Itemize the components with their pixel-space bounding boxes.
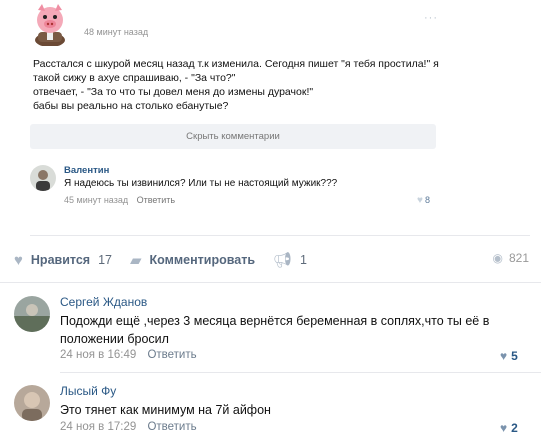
comment-text-line: Это тянет как минимум на 7й айфон [60, 403, 271, 417]
post-text-line: Расстался с шкурой месяц назад т.к измен… [33, 58, 439, 70]
comment-text: Это тянет как минимум на 7й айфон [60, 401, 271, 419]
post-actions: ♥ Нравится 17 ▰ Комментировать 📢︎ 1 [14, 249, 325, 271]
post-time[interactable]: 48 минут назад [84, 27, 148, 37]
divider [30, 235, 530, 236]
views-counter: ◉ 821 [492, 251, 529, 265]
share-button[interactable]: 📢︎ 1 [273, 251, 307, 269]
comment-label: Комментировать [149, 253, 255, 267]
more-options-icon[interactable]: ··· [424, 12, 438, 24]
megaphone-icon: 📢︎ [273, 252, 293, 269]
heart-icon: ♥ [500, 421, 508, 435]
comment-time[interactable]: 24 ноя в 16:49 [60, 349, 136, 361]
comment-like-button[interactable]: ♥ 8 [417, 195, 430, 206]
divider [0, 282, 541, 283]
eye-icon: ◉ [492, 251, 503, 265]
comment-icon: ▰ [130, 252, 142, 269]
views-count: 821 [508, 251, 529, 265]
like-count: 2 [511, 421, 518, 435]
comment-author[interactable]: Сергей Жданов [60, 295, 147, 309]
comment-time[interactable]: 24 ноя в 17:29 [60, 421, 136, 433]
comment-meta: 24 ноя в 17:29 Ответить [60, 421, 197, 433]
reply-button[interactable]: Ответить [137, 195, 175, 205]
avatar[interactable] [14, 296, 50, 332]
comment-text: Я надеюсь ты извинился? Или ты не настоя… [64, 178, 338, 189]
comment-text-line: положении бросил [60, 332, 169, 346]
like-count: 17 [98, 253, 112, 267]
comment-text: Подожди ещё ,через 3 месяца вернётся бер… [60, 312, 530, 348]
share-count: 1 [300, 253, 307, 267]
avatar[interactable] [30, 165, 56, 191]
comment-meta: 24 ноя в 16:49 Ответить [60, 349, 197, 361]
post-text-line: бабы вы реально на столько ебанутые? [33, 100, 229, 112]
divider [60, 372, 541, 373]
like-label: Нравится [30, 253, 91, 267]
avatar[interactable] [14, 385, 50, 421]
hide-comments-button[interactable]: Скрыть комментарии [30, 124, 436, 149]
like-count: 8 [424, 195, 430, 205]
pig-avatar[interactable] [28, 2, 72, 47]
comment-time[interactable]: 45 минут назад [64, 195, 128, 205]
reply-button[interactable]: Ответить [147, 349, 196, 361]
post-text: Расстался с шкурой месяц назад т.к измен… [33, 57, 443, 113]
reply-button[interactable]: Ответить [147, 421, 196, 433]
comment-like-button[interactable]: ♥ 2 [500, 421, 518, 435]
post-text-line: такой сижу в ахуе спрашиваю, - "За что?" [33, 72, 236, 84]
post-text-line: отвечает, - "За то что ты довел меня до … [33, 86, 314, 98]
comment-button[interactable]: ▰ Комментировать [130, 251, 255, 269]
heart-icon: ♥ [500, 349, 508, 363]
like-button[interactable]: ♥ Нравится 17 [14, 252, 112, 269]
comment-like-button[interactable]: ♥ 5 [500, 349, 518, 363]
heart-icon: ♥ [14, 251, 23, 269]
comment-author[interactable]: Лысый Фу [60, 384, 116, 398]
comment-author[interactable]: Валентин [64, 165, 109, 176]
comment-meta: 45 минут назад Ответить [64, 195, 175, 205]
like-count: 5 [511, 349, 518, 363]
heart-icon: ♥ [417, 195, 423, 206]
comment-text-line: Подожди ещё ,через 3 месяца вернётся бер… [60, 314, 490, 328]
